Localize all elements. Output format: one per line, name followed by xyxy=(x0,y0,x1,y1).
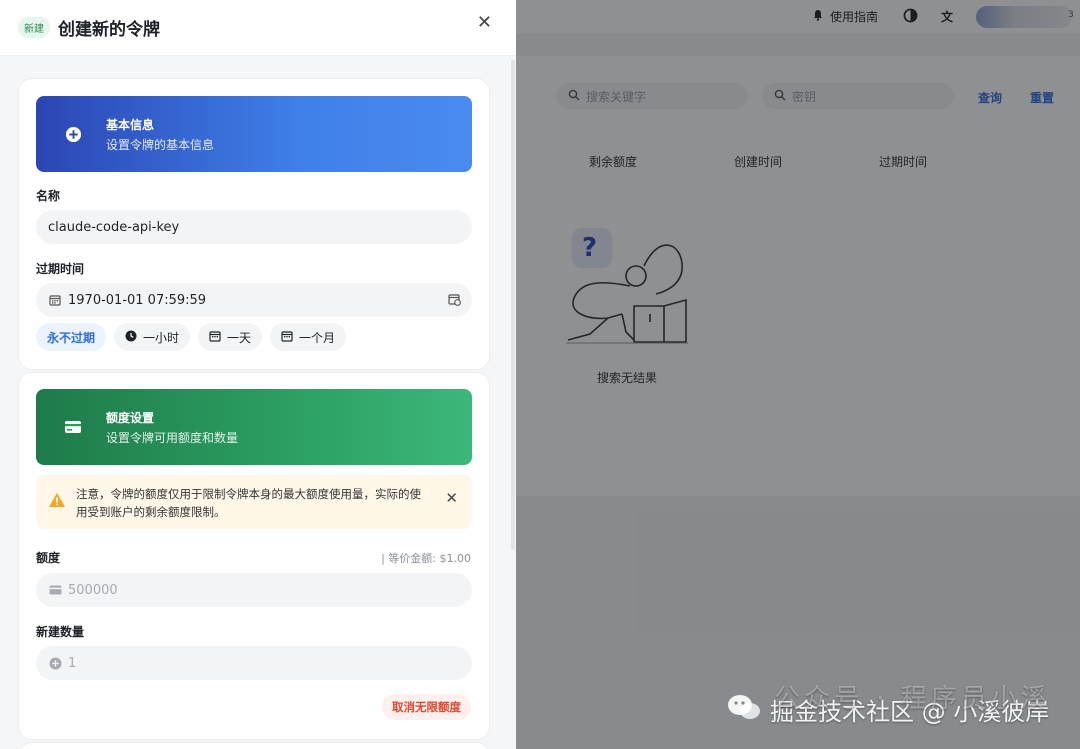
basic-info-section: 基本信息 设置令牌的基本信息 名称 claude-code-api-key 过期… xyxy=(18,78,490,370)
equivalent-amount: | 等价金额: $1.00 xyxy=(381,552,471,565)
basic-info-header: 基本信息 设置令牌的基本信息 xyxy=(36,96,472,172)
basic-info-subtitle: 设置令牌的基本信息 xyxy=(106,137,215,152)
wechat-icon xyxy=(726,693,762,727)
option-one-hour[interactable]: 一小时 xyxy=(114,323,191,351)
cancel-unlimited-quota-button[interactable]: 取消无限额度 xyxy=(382,694,471,720)
alert-close-button[interactable]: ✕ xyxy=(445,489,458,507)
new-tag: 新建 xyxy=(18,17,50,38)
next-section xyxy=(18,742,490,749)
expire-value: 1970-01-01 07:59:59 xyxy=(68,292,207,308)
name-value: claude-code-api-key xyxy=(48,219,180,235)
quota-label: 额度 xyxy=(36,551,61,565)
warning-icon xyxy=(48,492,66,510)
option-never-expire[interactable]: 永不过期 xyxy=(36,323,107,351)
option-label: 一小时 xyxy=(143,330,180,345)
option-one-month[interactable]: 一个月 xyxy=(270,323,347,351)
drawer-body: 基本信息 设置令牌的基本信息 名称 claude-code-api-key 过期… xyxy=(0,56,516,749)
quota-title: 额度设置 xyxy=(106,410,155,425)
watermark-ghost-text: 公众号 · 程序员小溪 xyxy=(774,684,1051,714)
option-one-day[interactable]: 一天 xyxy=(198,323,263,351)
quota-header: 额度设置 设置令牌可用额度和数量 xyxy=(36,389,472,465)
drawer-header: 新建 创建新的令牌 ✕ xyxy=(0,0,516,56)
name-input[interactable]: claude-code-api-key xyxy=(36,210,472,244)
quota-section: 额度设置 设置令牌可用额度和数量 注意，令牌的额度仅用于限制令牌本身的最大额度使… xyxy=(18,372,490,740)
count-placeholder: 1 xyxy=(68,655,77,671)
name-label: 名称 xyxy=(36,189,61,203)
plus-circle-icon xyxy=(48,656,62,670)
quota-subtitle: 设置令牌可用额度和数量 xyxy=(106,430,239,445)
card-icon xyxy=(48,583,62,597)
option-label: 永不过期 xyxy=(47,330,96,345)
expire-label: 过期时间 xyxy=(36,262,85,276)
quota-placeholder: 500000 xyxy=(68,582,118,598)
calendar-icon xyxy=(48,293,62,307)
count-input[interactable]: 1 xyxy=(36,646,472,680)
count-label: 新建数量 xyxy=(36,625,85,639)
expire-datetime-input[interactable]: 1970-01-01 07:59:59 xyxy=(36,283,472,317)
create-token-drawer: 新建 创建新的令牌 ✕ 基本信息 设置令牌的基本信息 名称 claude-cod… xyxy=(0,0,516,749)
credit-card-icon xyxy=(64,418,82,436)
calendar-clock-icon[interactable] xyxy=(448,293,462,307)
drawer-title: 创建新的令牌 xyxy=(58,20,160,40)
watermark: 公众号 · 程序员小溪 掘金技术社区 @ 小溪彼岸 xyxy=(726,684,1049,727)
quota-input[interactable]: 500000 xyxy=(36,573,472,607)
quota-warning-alert: 注意，令牌的额度仅用于限制令牌本身的最大额度使用量，实际的使用受到账户的剩余额度… xyxy=(36,475,472,529)
close-button[interactable]: ✕ xyxy=(477,12,492,33)
plus-circle-icon xyxy=(64,125,82,143)
calendar-icon xyxy=(281,330,293,345)
calendar-icon xyxy=(209,330,221,345)
option-label: 一天 xyxy=(227,330,252,345)
warning-text: 注意，令牌的额度仅用于限制令牌本身的最大额度使用量，实际的使用受到账户的剩余额度… xyxy=(76,487,421,519)
expire-quick-options: 永不过期 一小时 一天 一个月 xyxy=(36,323,347,351)
option-label: 一个月 xyxy=(299,330,336,345)
basic-info-title: 基本信息 xyxy=(106,117,155,132)
clock-icon xyxy=(125,330,137,345)
drawer-scrollbar[interactable] xyxy=(511,60,515,550)
